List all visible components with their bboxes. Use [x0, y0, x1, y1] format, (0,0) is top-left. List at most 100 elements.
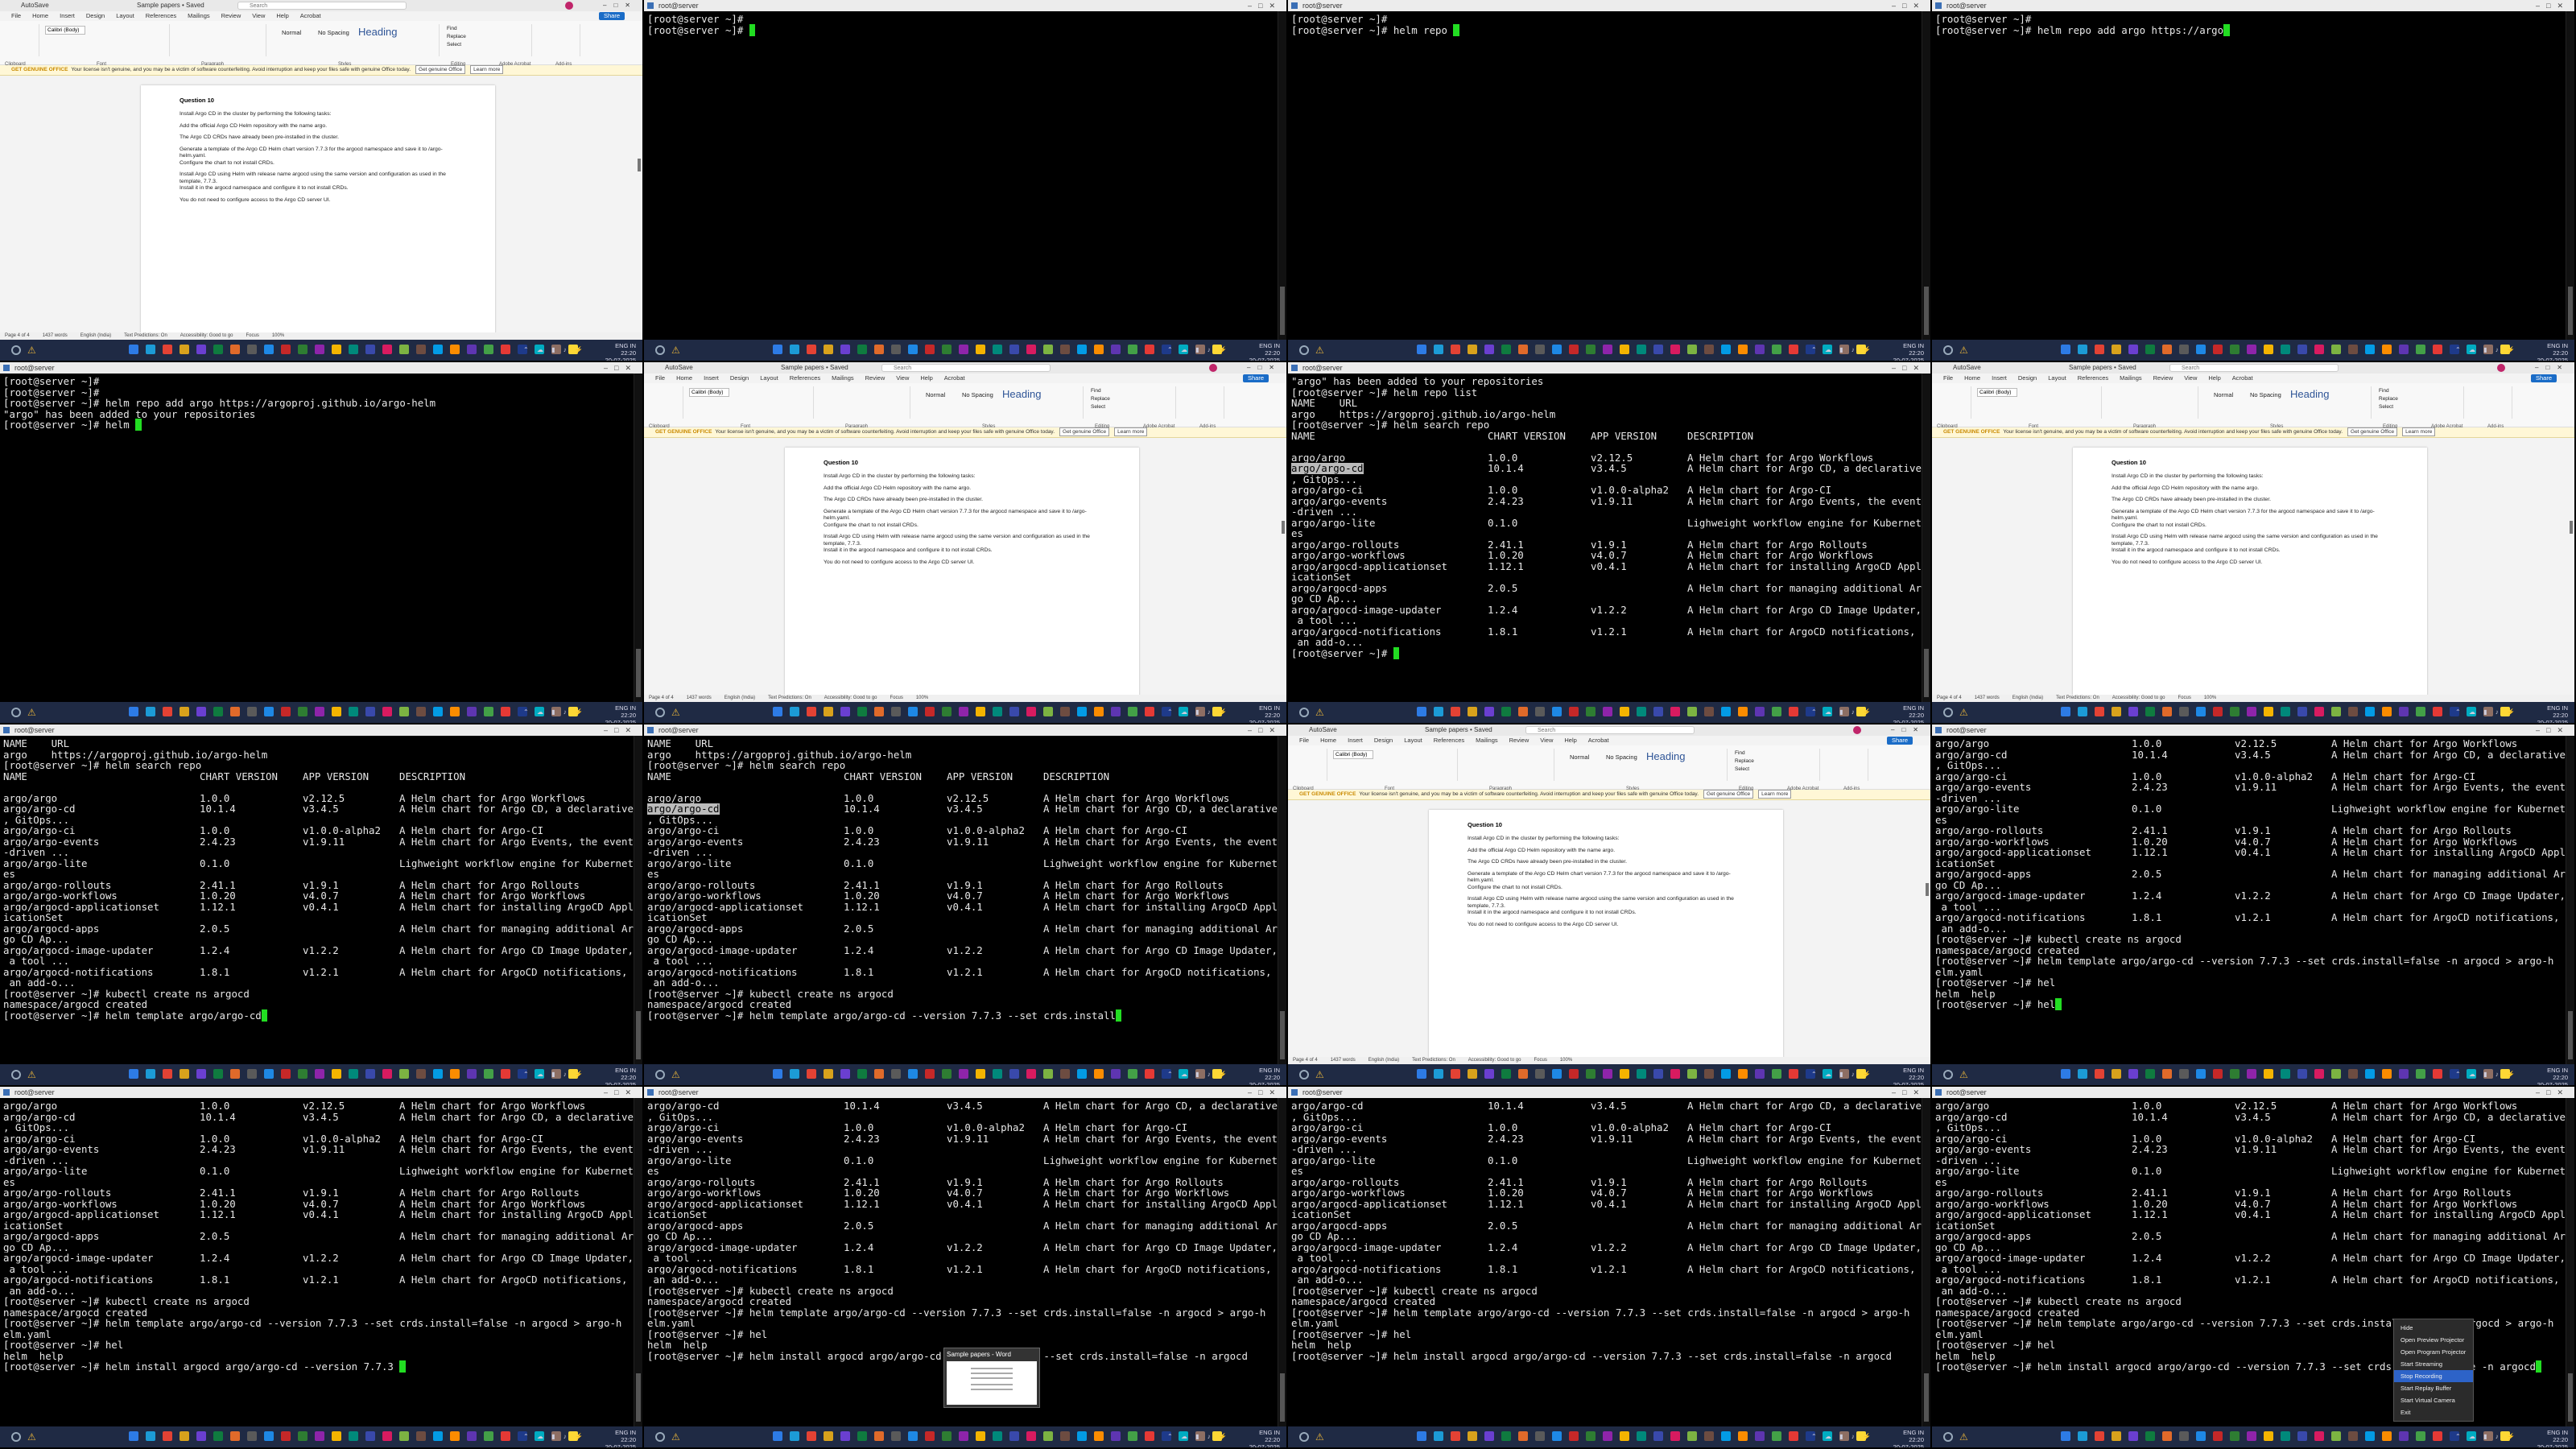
terminal-titlebar[interactable]: root@server –□✕ — [644, 0, 1286, 11]
window-controls[interactable]: –□✕ — [604, 362, 638, 374]
status-item[interactable]: 1437 words — [1331, 1058, 1356, 1063]
tab-references[interactable]: References — [2078, 374, 2108, 382]
document-scrollbar[interactable] — [1282, 448, 1285, 691]
window-controls[interactable]: –□✕ — [2536, 0, 2570, 11]
app-icon[interactable] — [1721, 1431, 1731, 1441]
app-icon[interactable] — [1687, 1069, 1697, 1079]
app-icon[interactable] — [281, 1431, 291, 1441]
clock[interactable]: ENG IN 22:20 20-07-2025 — [1893, 1429, 1924, 1447]
app-icon[interactable] — [349, 1069, 358, 1079]
app-icon[interactable] — [382, 1431, 392, 1441]
app-icon[interactable] — [2297, 345, 2307, 354]
app-icon[interactable] — [1569, 345, 1579, 354]
tab-acrobat[interactable]: Acrobat — [944, 374, 965, 382]
app-icon[interactable] — [976, 707, 985, 716]
app-icon[interactable] — [993, 707, 1002, 716]
editing-replace[interactable]: Replace — [1091, 396, 1110, 402]
app-icon[interactable] — [2433, 1069, 2442, 1079]
tab-home[interactable]: Home — [1964, 374, 1980, 382]
app-icon[interactable] — [2433, 345, 2442, 354]
tab-help[interactable]: Help — [1564, 737, 1576, 744]
tab-insert[interactable]: Insert — [1992, 374, 2007, 382]
clock[interactable]: ENG IN 22:20 20-07-2025 — [1249, 1429, 1280, 1447]
app-icon[interactable] — [146, 345, 155, 354]
app-icon[interactable] — [416, 1069, 426, 1079]
app-icon[interactable] — [1569, 707, 1579, 716]
app-icon[interactable] — [2416, 707, 2425, 716]
clock[interactable]: ENG IN 22:20 20-07-2025 — [1249, 342, 1280, 361]
app-icon[interactable] — [2264, 1431, 2273, 1441]
search-icon[interactable] — [1943, 345, 1953, 355]
tab-insert[interactable]: Insert — [704, 374, 719, 382]
app-icon[interactable] — [1128, 707, 1137, 716]
tab-acrobat[interactable]: Acrobat — [300, 12, 321, 19]
scroll-thumb[interactable] — [636, 1011, 641, 1059]
app-icon[interactable] — [2247, 345, 2256, 354]
document-page[interactable]: Question 10 Install Argo CD in the cluste… — [785, 448, 1139, 696]
font-name-select[interactable]: Calibri (Body) — [1977, 388, 2017, 397]
tab-mailings[interactable]: Mailings — [188, 12, 210, 19]
app-icon[interactable] — [1704, 707, 1714, 716]
app-icon[interactable] — [1094, 1431, 1104, 1441]
app-icon[interactable] — [1417, 1431, 1426, 1441]
app-icon[interactable] — [298, 345, 308, 354]
terminal-titlebar[interactable]: root@server –□✕ — [1288, 1087, 1930, 1098]
editing-select[interactable]: Select — [1091, 404, 1105, 410]
app-icon[interactable] — [2128, 707, 2138, 716]
app-icon[interactable] — [976, 1431, 985, 1441]
tab-view[interactable]: View — [896, 374, 909, 382]
status-item[interactable]: 100% — [916, 696, 928, 700]
app-icon[interactable] — [993, 1069, 1002, 1079]
menu-item[interactable]: Hide — [2394, 1322, 2473, 1334]
search-box[interactable]: Search — [881, 364, 1051, 372]
status-item[interactable]: Page 4 of 4 — [649, 696, 674, 700]
get-genuine-button[interactable]: Get genuine Office — [415, 65, 466, 74]
app-icon[interactable] — [2145, 1431, 2155, 1441]
terminal-output[interactable]: argo/argo 1.0.0 v2.12.5 A Helm chart for Ar… — [1932, 736, 2566, 1064]
app-icon[interactable] — [2382, 345, 2392, 354]
app-icon[interactable] — [857, 345, 867, 354]
app-icon[interactable] — [925, 707, 935, 716]
app-icon[interactable] — [332, 1069, 341, 1079]
share-button[interactable]: Share — [2530, 374, 2557, 382]
search-icon[interactable] — [655, 1432, 665, 1442]
app-icon[interactable] — [2348, 1069, 2358, 1079]
app-icon[interactable] — [1637, 707, 1646, 716]
status-item[interactable]: 100% — [272, 333, 284, 338]
app-icon[interactable] — [2179, 1069, 2189, 1079]
app-icon[interactable] — [840, 1431, 850, 1441]
app-icon[interactable] — [1738, 1069, 1748, 1079]
app-icon[interactable] — [1145, 345, 1154, 354]
app-icon[interactable] — [365, 345, 375, 354]
system-tray-icons[interactable]: ⌃ ☁ ▮ ♪ ⚡ — [523, 708, 586, 716]
app-icon[interactable] — [1026, 345, 1036, 354]
scroll-thumb[interactable] — [636, 649, 641, 697]
app-icon[interactable] — [433, 1431, 443, 1441]
terminal-titlebar[interactable]: root@server –□✕ — [644, 724, 1286, 736]
app-icon[interactable] — [2297, 1431, 2307, 1441]
status-item[interactable]: Text Predictions: On — [2056, 696, 2099, 700]
scroll-thumb[interactable] — [1926, 882, 1929, 896]
app-icon[interactable] — [467, 1069, 477, 1079]
app-icon[interactable] — [2213, 1069, 2223, 1079]
status-item[interactable]: Focus — [890, 696, 903, 700]
search-icon[interactable] — [655, 708, 665, 717]
app-icon[interactable] — [416, 345, 426, 354]
app-icon[interactable] — [1603, 707, 1612, 716]
scroll-thumb[interactable] — [2568, 287, 2573, 335]
app-icon[interactable] — [1670, 707, 1680, 716]
autosave-toggle[interactable]: AutoSave — [665, 362, 693, 374]
app-icon[interactable] — [1518, 1431, 1528, 1441]
system-tray-icons[interactable]: ⌃ ☁ ▮ ♪ ⚡ — [1811, 1071, 1874, 1078]
tab-view[interactable]: View — [252, 12, 265, 19]
clock[interactable]: ENG IN 22:20 20-07-2025 — [1893, 704, 1924, 723]
app-icon[interactable] — [908, 1069, 918, 1079]
app-icon[interactable] — [908, 1431, 918, 1441]
scroll-thumb[interactable] — [1282, 520, 1285, 534]
app-icon[interactable] — [2281, 1431, 2290, 1441]
search-icon[interactable] — [1299, 1432, 1309, 1442]
app-icon[interactable] — [146, 1431, 155, 1441]
app-icon[interactable] — [1468, 345, 1477, 354]
app-icon[interactable] — [1518, 1069, 1528, 1079]
tab-acrobat[interactable]: Acrobat — [1588, 737, 1609, 744]
